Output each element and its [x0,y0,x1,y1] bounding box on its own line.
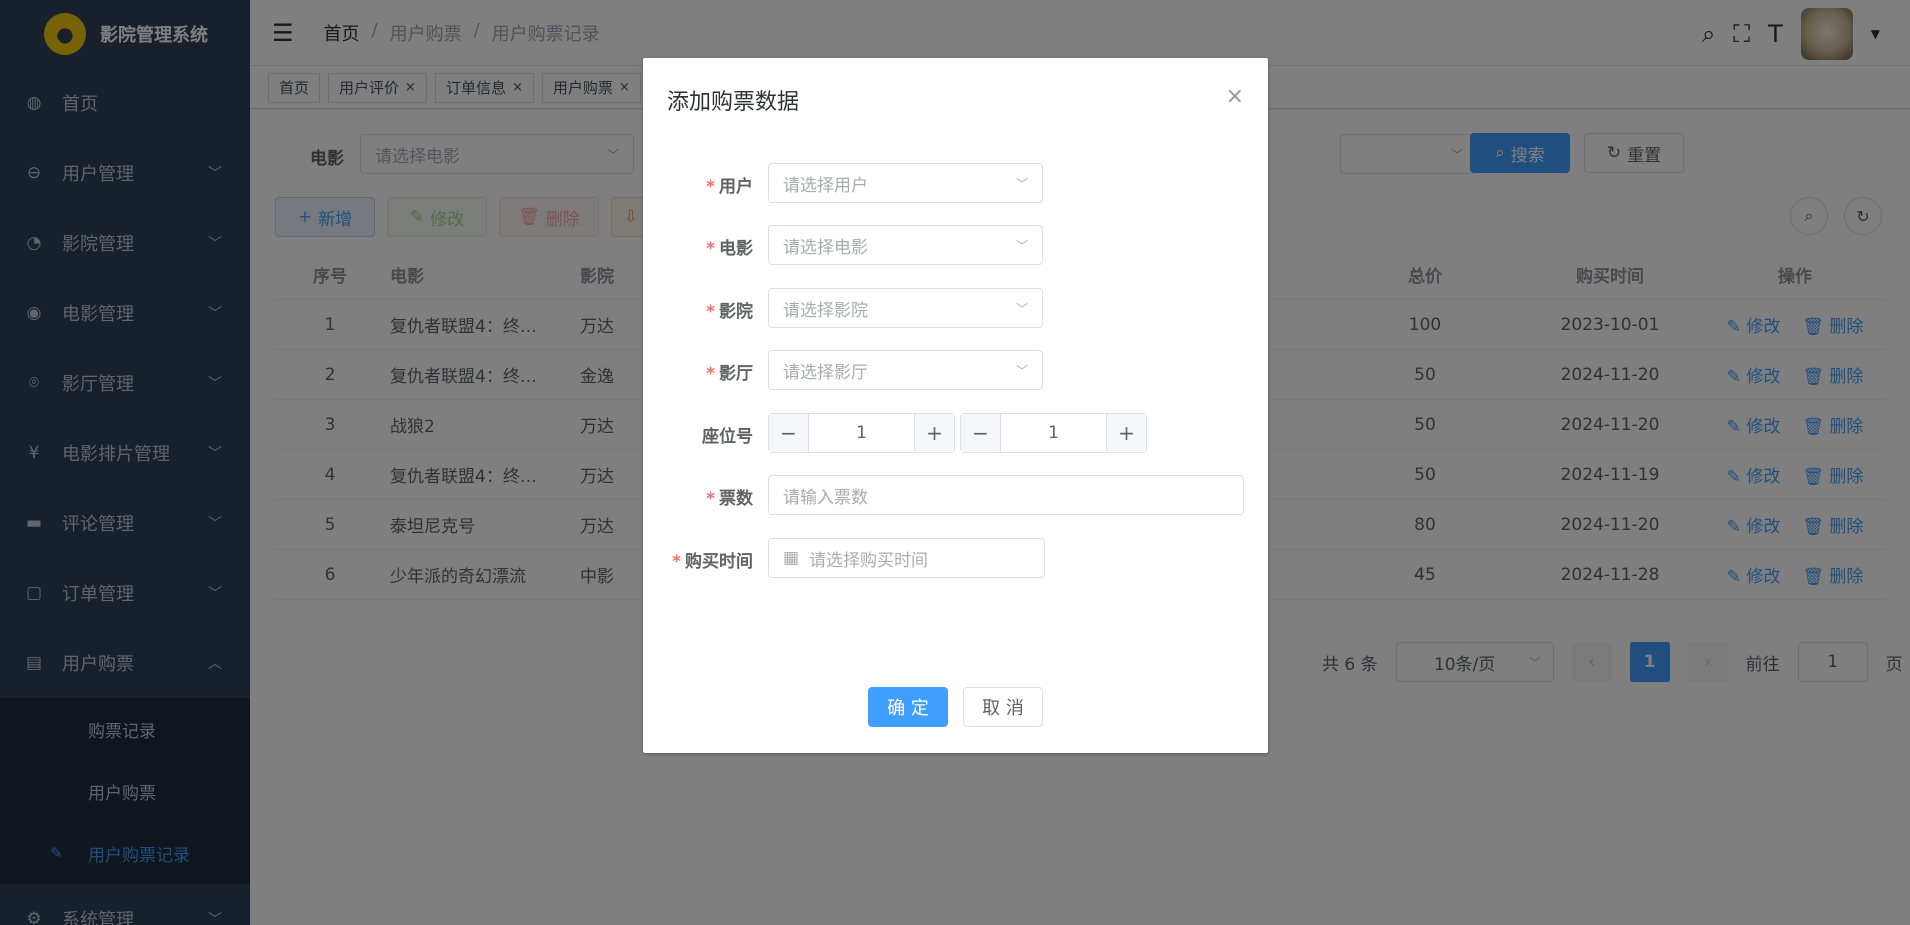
placeholder: 请选择购买时间 [809,550,929,571]
chevron-down-icon: ﹀ [1015,238,1028,253]
placeholder: 请选择用户 [783,175,868,196]
movie-select[interactable]: 请选择电影 ﹀ [768,225,1043,265]
required-mark: * [706,489,715,509]
placeholder: 请选择电影 [783,237,868,258]
seat-col-stepper[interactable]: − 1 + [960,413,1147,453]
minus-icon[interactable]: − [769,414,809,452]
field-cinema-label: * 影院 [706,297,753,322]
seat-col-value[interactable]: 1 [1001,414,1106,452]
chevron-down-icon: ﹀ [1015,363,1028,378]
plus-icon[interactable]: + [914,414,954,452]
chevron-down-icon: ﹀ [1015,301,1028,316]
field-label-text: 影院 [719,302,753,322]
required-mark: * [672,552,681,572]
user-select[interactable]: 请选择用户 ﹀ [768,163,1043,203]
plus-icon[interactable]: + [1106,414,1146,452]
seat-row-value[interactable]: 1 [809,414,914,452]
add-ticket-dialog: 添加购票数据 × * 用户 请选择用户 ﹀ * 电影 请选择电影 ﹀ * 影院 请选择… [643,58,1268,753]
required-mark: * [706,364,715,384]
confirm-button[interactable]: 确 定 [868,687,948,727]
field-tickets-label: * 票数 [706,484,753,509]
tickets-input[interactable]: 请输入票数 [768,475,1244,515]
field-time-label: * 购买时间 [672,547,753,572]
dialog-title: 添加购票数据 [667,90,800,115]
field-movie-label: * 电影 [706,234,753,259]
minus-icon[interactable]: − [961,414,1001,452]
chevron-down-icon: ﹀ [1015,176,1028,191]
field-label-text: 票数 [719,489,753,509]
required-mark: * [706,239,715,259]
hall-select[interactable]: 请选择影厅 ﹀ [768,350,1043,390]
field-label-text: 购买时间 [685,552,753,572]
placeholder: 请输入票数 [783,487,868,508]
field-label-text: 电影 [719,239,753,259]
field-label-text: 座位号 [702,427,753,447]
cancel-button[interactable]: 取 消 [963,687,1043,727]
cinema-select[interactable]: 请选择影院 ﹀ [768,288,1043,328]
placeholder: 请选择影厅 [783,362,868,383]
field-user-label: * 用户 [706,172,753,197]
field-seat-label: 座位号 [702,422,753,447]
field-label-text: 影厅 [719,364,753,384]
field-label-text: 用户 [719,177,753,197]
close-icon[interactable]: × [1226,84,1244,109]
field-hall-label: * 影厅 [706,359,753,384]
calendar-icon: ▦ [783,548,800,568]
seat-row-stepper[interactable]: − 1 + [768,413,955,453]
purchase-time-picker[interactable]: ▦ 请选择购买时间 [768,538,1045,578]
required-mark: * [706,302,715,322]
placeholder: 请选择影院 [783,300,868,321]
required-mark: * [706,177,715,197]
